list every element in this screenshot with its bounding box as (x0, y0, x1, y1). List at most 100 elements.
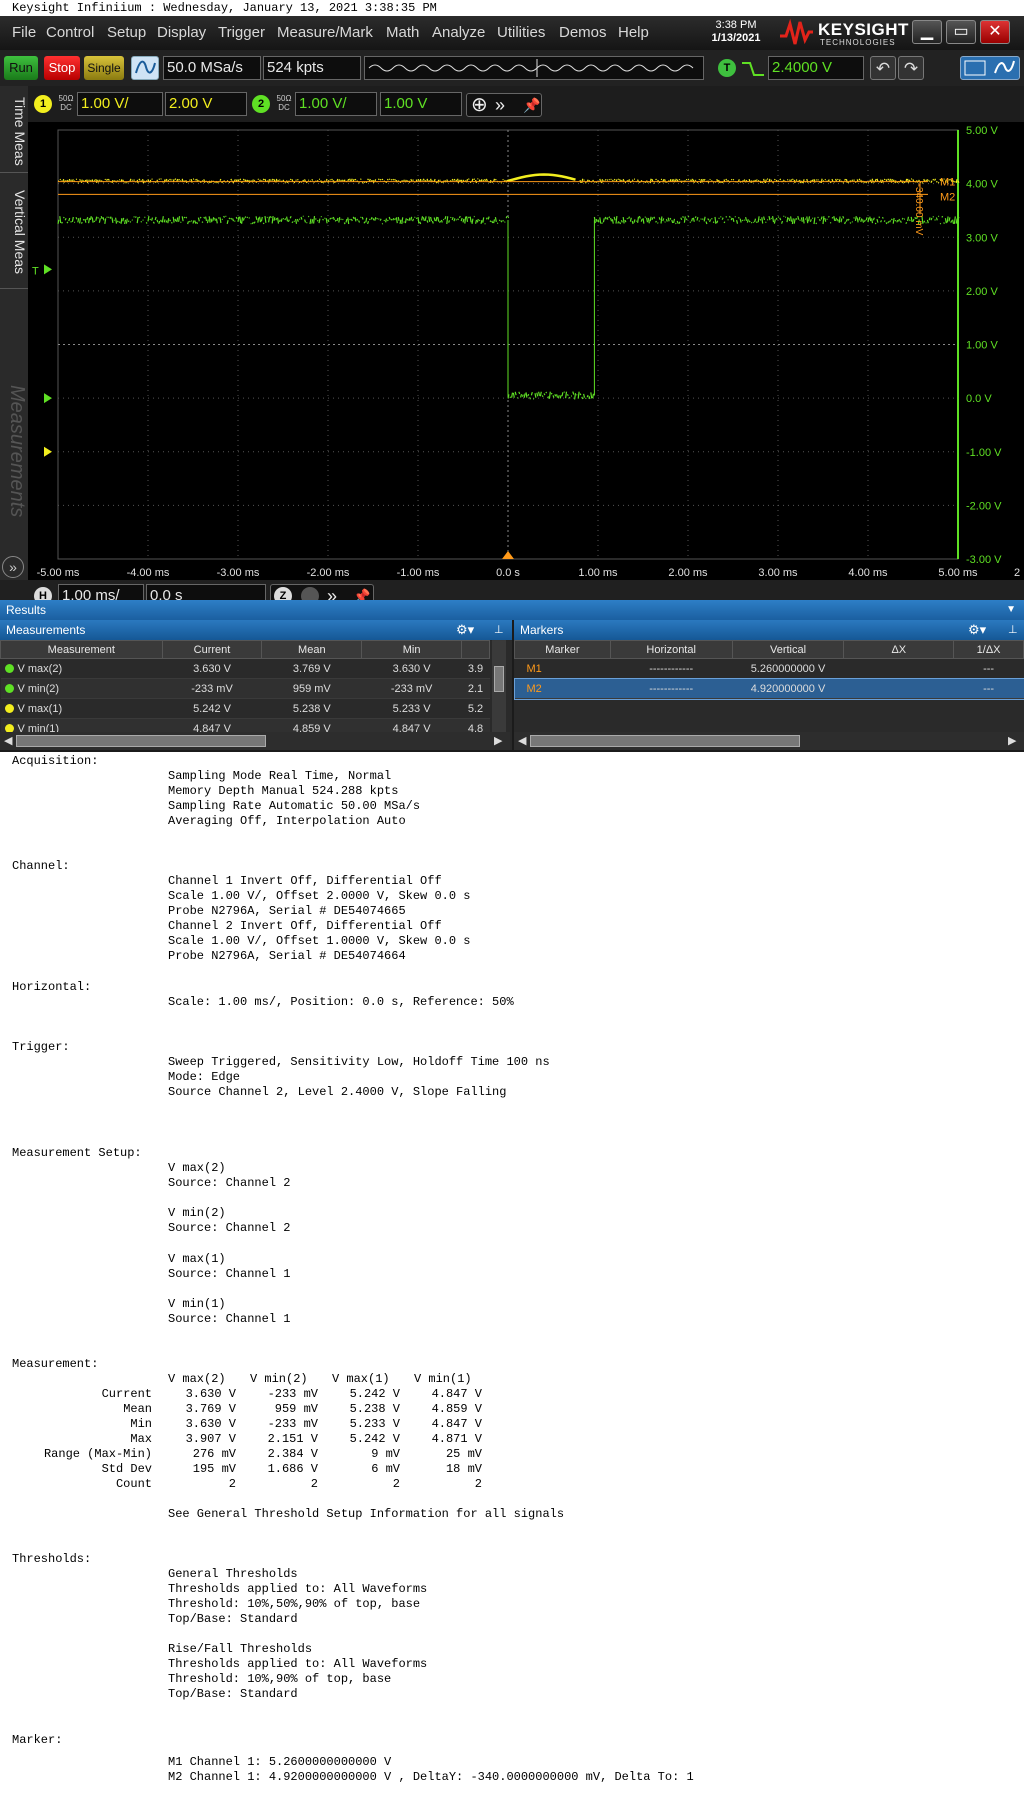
redo-button[interactable]: ↷ (898, 56, 924, 80)
measurement-row[interactable]: V min(2) -233 mV 959 mV -233 mV 2.1 (0, 678, 490, 699)
measurement-stat-value: 2 (474, 1477, 482, 1491)
menu-measure-mark[interactable]: Measure/Mark (277, 24, 373, 41)
ch1-offset-field[interactable]: 2.00 V (165, 92, 247, 116)
ch2-scale-field[interactable]: 1.00 V/ (295, 92, 377, 116)
marker-row[interactable]: M1 ------------ 5.260000000 V --- (514, 658, 1024, 679)
close-button[interactable]: ✕ (980, 20, 1010, 44)
markers-hscroll-thumb[interactable] (530, 735, 800, 747)
col-horizontal[interactable]: Horizontal (609, 640, 733, 659)
measurements-hscroll-thumb[interactable] (16, 735, 266, 747)
single-button[interactable]: Single (84, 56, 124, 80)
markers-pin-icon[interactable]: ⊥ (1008, 620, 1018, 640)
col-more[interactable] (461, 640, 490, 659)
measurement-min-cell: 5.233 V (361, 698, 462, 719)
marker-row[interactable]: M2 ------------ 4.920000000 V --- (513, 677, 1024, 700)
marker-name-cell: M2 (514, 678, 611, 699)
markers-hscroll[interactable]: ◀ ▶ (514, 732, 1024, 750)
measurement-name-cell: V min(2) (0, 678, 163, 699)
col-min[interactable]: Min (361, 640, 462, 659)
measurement-mean-cell: 959 mV (261, 678, 362, 699)
col-marker[interactable]: Marker (514, 640, 611, 659)
layout-toggle-button[interactable] (960, 56, 1020, 80)
trigger-level-field[interactable]: 2.4000 V (768, 56, 864, 80)
undo-button[interactable]: ↶ (870, 56, 896, 80)
measurements-vscroll[interactable] (492, 640, 506, 744)
measurement-stat-value: 5.233 V (349, 1417, 400, 1431)
measurement-mean-cell: 5.238 V (261, 698, 362, 719)
results-collapse-icon[interactable]: ▼ (1006, 600, 1016, 620)
ch1-scale-field[interactable]: 1.00 V/ (77, 92, 163, 116)
menu-help[interactable]: Help (618, 24, 649, 41)
markers-scroll-left-icon[interactable]: ◀ (518, 732, 526, 750)
measurement-row[interactable]: V max(1) 5.242 V 5.238 V 5.233 V 5.2 (0, 698, 490, 719)
scroll-left-icon[interactable]: ◀ (4, 732, 12, 750)
menu-demos[interactable]: Demos (559, 24, 607, 41)
ch2-waveform (57, 215, 960, 400)
tab-time-meas[interactable]: Time Meas (0, 90, 28, 173)
sample-rate-field[interactable]: 50.0 MSa/s (163, 56, 261, 80)
col-delta-x[interactable]: ΔX (843, 640, 955, 659)
menu-analyze[interactable]: Analyze (432, 24, 485, 41)
ch2-offset-field[interactable]: 1.00 V (380, 92, 462, 116)
ch2-badge[interactable]: 2 (252, 95, 270, 113)
measurements-pin-icon[interactable]: ⊥ (494, 620, 504, 640)
trigger-position-arrow-icon (502, 551, 514, 559)
menu-control[interactable]: Control (46, 24, 94, 41)
measurement-note: See General Threshold Setup Information … (168, 1507, 565, 1521)
acquisition-overview-strip[interactable] (364, 56, 704, 80)
menu-file[interactable]: File (12, 24, 36, 41)
col-mean[interactable]: Mean (261, 640, 363, 659)
col-measurement[interactable]: Measurement (0, 640, 163, 659)
menu-setup[interactable]: Setup (107, 24, 146, 41)
expand-chevron-icon[interactable]: » (495, 94, 505, 116)
markers-settings-icon[interactable]: ⚙▾ (968, 620, 986, 640)
measurement-stat-value: -233 mV (267, 1387, 318, 1401)
maximize-button[interactable]: ▭ (946, 20, 976, 44)
measurements-settings-icon[interactable]: ⚙▾ (456, 620, 474, 640)
marker-lines[interactable]: M1 M2 -340.00 mV (58, 177, 955, 236)
trigger-label: Trigger: (12, 1040, 70, 1054)
pin-icon[interactable]: 📌 (523, 94, 540, 116)
markers-scroll-right-icon[interactable]: ▶ (1008, 732, 1016, 750)
stop-button[interactable]: Stop (44, 56, 80, 80)
menu-bar: File Control Setup Display Trigger Measu… (0, 16, 1024, 50)
menu-math[interactable]: Math (386, 24, 419, 41)
ch1-trace-segment (57, 178, 510, 184)
falling-edge-icon[interactable] (740, 60, 766, 78)
ch1-ground-arrow-icon (44, 446, 52, 457)
col-inv-delta-x[interactable]: 1/ΔX (953, 640, 1024, 659)
threshold-line: Top/Base: Standard (168, 1612, 298, 1626)
measurement-mean-cell: 3.769 V (261, 658, 362, 679)
meas-setup-line: V min(2) (168, 1206, 226, 1220)
clock-date: 1/13/2021 (711, 32, 761, 44)
menu-utilities[interactable]: Utilities (497, 24, 545, 41)
menu-trigger[interactable]: Trigger (218, 24, 265, 41)
run-button[interactable]: Run (4, 56, 38, 80)
trigger-badge[interactable]: T (718, 59, 736, 77)
channel-line: Channel 1 Invert Off, Differential Off (168, 874, 442, 888)
add-channel-icon[interactable]: ⊕ (471, 94, 488, 116)
waveform-display[interactable]: M1 M2 -340.00 mV T 5.00 V 4.00 V 3.00 V 2.00 V… (28, 122, 1024, 580)
measurement-row[interactable]: V max(2) 3.630 V 3.769 V 3.630 V 3.9 (0, 658, 490, 679)
col-current[interactable]: Current (161, 640, 263, 659)
col-vertical[interactable]: Vertical (731, 640, 845, 659)
measurement-column-header: V min(1) (414, 1372, 472, 1386)
scroll-right-icon[interactable]: ▶ (494, 732, 502, 750)
expand-panel-button[interactable]: » (2, 556, 24, 578)
auto-scale-button[interactable] (131, 56, 159, 80)
threshold-line: Top/Base: Standard (168, 1687, 298, 1701)
ch1-badge[interactable]: 1 (34, 95, 52, 113)
measurements-vscroll-thumb[interactable] (494, 666, 504, 692)
minimize-button[interactable]: ▁ (912, 20, 942, 44)
memory-depth-field[interactable]: 524 kpts (263, 56, 361, 80)
tab-vertical-meas[interactable]: Vertical Meas (0, 176, 28, 289)
acq-line: Sampling Mode Real Time, Normal (168, 769, 392, 783)
measurement-stat-value: 3.630 V (185, 1417, 236, 1431)
marker-invdx-cell: --- (953, 658, 1024, 679)
menu-display[interactable]: Display (157, 24, 206, 41)
meas-setup-line: Source: Channel 1 (168, 1312, 291, 1326)
measurement-current-cell: 5.242 V (162, 698, 262, 719)
waveform-graticule[interactable]: M1 M2 -340.00 mV T 5.00 V 4.00 V 3.00 V 2.00 V… (28, 122, 1024, 580)
measurement-stat-value: 4.847 V (431, 1387, 482, 1401)
measurements-hscroll[interactable]: ◀ ▶ (0, 732, 510, 750)
